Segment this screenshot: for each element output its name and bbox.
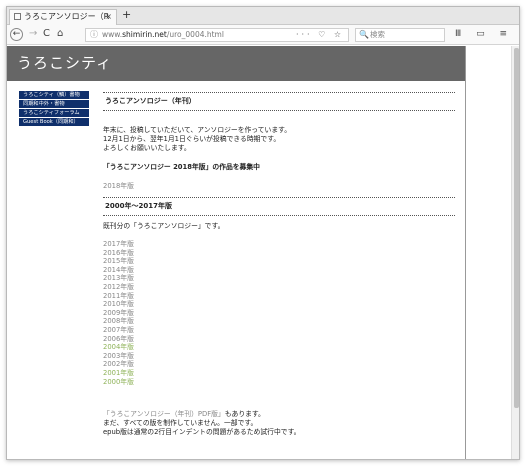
reload-icon[interactable]: C [43,28,50,39]
page-viewport: うろこシティ うろこシティ（鱗）書物 同期和中外・書物 うろこシティフォーラム … [7,46,519,459]
url-host: shimirin.net [122,30,167,39]
right-column [465,46,511,459]
section-heading-archive: 2000年〜2017年版 [105,202,172,210]
year-link[interactable]: 2010年版 [103,300,455,309]
divider [103,110,455,111]
partial-note: まだ、すべての版を制作していません。一部です。 [103,419,258,428]
year-link[interactable]: 2015年版 [103,257,455,266]
current-edition-link[interactable]: 2018年版 [103,182,455,191]
year-link[interactable]: 2012年版 [103,283,455,292]
year-link[interactable]: 2006年版 [103,335,455,344]
url-path: /uro_0004.html [166,30,224,39]
info-icon: ⓘ [90,30,98,39]
close-tab-icon[interactable]: × [105,10,112,24]
pdf-note: 「うろこアンソロジー（年刊）PDF版」もあります。 [103,410,455,419]
year-link[interactable]: 2013年版 [103,274,455,283]
nav-item-guest-book[interactable]: Guest Book（同期和） [19,118,89,126]
tab-title: うろこアンソロジー（R [24,12,110,21]
section-heading-anthology: うろこアンソロジー（年刊） [105,97,196,105]
new-tab-button[interactable]: + [122,8,131,21]
year-link[interactable]: 2014年版 [103,266,455,275]
intro-text: 年末に、投稿していただいて、アンソロジーを作っています。 12月1日から、翌年1… [103,126,455,153]
year-link[interactable]: 2000年版 [103,378,455,387]
vertical-scrollbar[interactable] [511,46,519,459]
side-navigation: うろこシティ（鱗）書物 同期和中外・書物 うろこシティフォーラム Guest B… [19,91,89,127]
url-prefix: www. [102,30,123,39]
year-link[interactable]: 2003年版 [103,352,455,361]
year-link[interactable]: 2009年版 [103,309,455,318]
year-link[interactable]: 2001年版 [103,369,455,378]
scrollbar-thumb[interactable] [514,48,519,408]
year-link[interactable]: 2004年版 [103,343,455,352]
pdf-note-tail: もあります。 [224,410,265,419]
year-link[interactable]: 2008年版 [103,317,455,326]
year-link[interactable]: 2002年版 [103,360,455,369]
year-link[interactable]: 2016年版 [103,249,455,258]
year-link[interactable]: 2011年版 [103,292,455,301]
toolbar-menu-icons[interactable]: Ⅲ ▭ ≡ [455,29,513,39]
home-icon[interactable]: ⌂ [57,28,63,39]
intro-line: 12月1日から、翌年1月1日ぐらいが投稿できる時期です。 [103,135,281,143]
call-for-submissions: 「うろこアンソロジー 2018年版」の作品を募集中 [103,163,260,171]
nav-item-forum[interactable]: うろこシティフォーラム [19,109,89,117]
browser-tab[interactable]: うろこアンソロジー（R × [9,9,117,25]
search-icon: 🔍 [359,30,369,39]
navigation-bar: ← → C ⌂ ⓘ www.shimirin.net/uro_0004.html… [7,25,519,45]
main-content: うろこアンソロジー（年刊） 年末に、投稿していただいて、アンソロジーを作っていま… [103,92,455,437]
tab-bar: うろこアンソロジー（R × + [7,7,519,25]
nav-item-uroko-city-books[interactable]: うろこシティ（鱗）書物 [19,91,89,99]
favicon-icon [14,13,21,20]
address-bar[interactable]: ⓘ www.shimirin.net/uro_0004.html ··· ♡ ☆ [85,28,349,42]
epub-note: epub版は通常の2行目インデントの問題があるため試行中です。 [103,428,301,437]
page-actions-icons[interactable]: ··· ♡ ☆ [296,29,344,41]
intro-line: よろしくお願いいたします。 [103,144,191,152]
forward-arrow-icon[interactable]: → [29,28,37,39]
pdf-link[interactable]: 「うろこアンソロジー（年刊）PDF版」 [103,410,225,418]
divider [103,215,455,216]
year-link[interactable]: 2017年版 [103,240,455,249]
year-list: 2017年版 2016年版 2015年版 2014年版 2013年版 2012年版 2011… [103,240,455,386]
published-note: 既刊分の「うろこアンソロジー」です。 [103,222,225,230]
search-input[interactable]: 🔍 検索 [355,28,445,42]
back-arrow-icon[interactable]: ← [10,28,23,41]
browser-window: うろこアンソロジー（R × + ← → C ⌂ ⓘ www.shimirin.n… [6,6,520,460]
search-placeholder: 検索 [370,30,385,39]
intro-line: 年末に、投稿していただいて、アンソロジーを作っています。 [103,126,292,134]
nav-item-doki-books[interactable]: 同期和中外・書物 [19,100,89,108]
site-title-banner: うろこシティ [7,46,465,81]
year-link[interactable]: 2007年版 [103,326,455,335]
